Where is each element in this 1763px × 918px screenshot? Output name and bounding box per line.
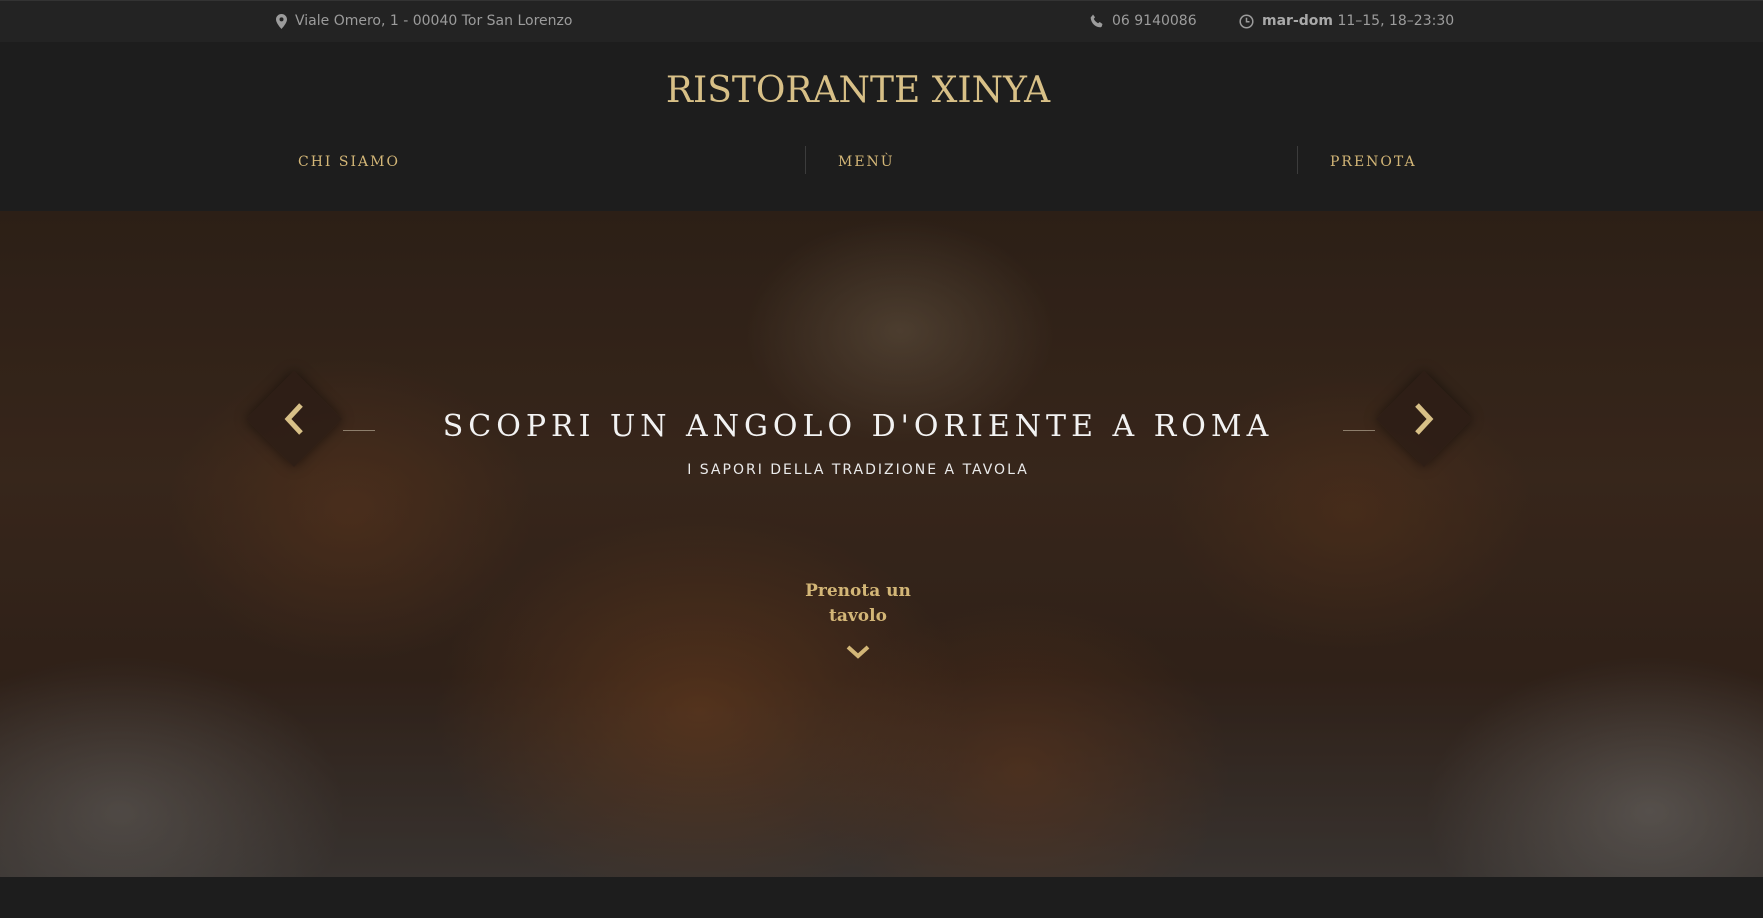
book-table-link[interactable]: Prenota un tavolo xyxy=(780,579,936,629)
slider-next-button[interactable] xyxy=(1375,370,1473,468)
phone-text[interactable]: 06 9140086 xyxy=(1112,13,1197,29)
top-info-bar: Viale Omero, 1 - 00040 Tor San Lorenzo 0… xyxy=(0,0,1763,42)
phone-icon xyxy=(1090,14,1104,28)
hero-slider: SCOPRI UN ANGOLO D'ORIENTE A ROMA I SAPO… xyxy=(0,211,1763,877)
clock-icon xyxy=(1239,13,1254,29)
cta-line-2: tavolo xyxy=(829,606,887,626)
nav-divider xyxy=(1297,146,1298,174)
address-info: Viale Omero, 1 - 00040 Tor San Lorenzo xyxy=(276,13,572,29)
hero-subtitle: I SAPORI DELLA TRADIZIONE A TAVOLA xyxy=(687,462,1029,478)
nav-divider xyxy=(805,146,806,174)
chevron-down-icon[interactable] xyxy=(846,644,870,664)
address-text: Viale Omero, 1 - 00040 Tor San Lorenzo xyxy=(295,13,573,29)
decorative-line xyxy=(1343,430,1375,431)
brand-logo[interactable]: RISTORANTE XINYA xyxy=(0,70,1716,111)
cta-line-1: Prenota un xyxy=(805,581,911,601)
nav-item-menu[interactable]: MENÙ xyxy=(838,154,895,170)
hours-info: mar-dom 11–15, 18–23:30 xyxy=(1239,13,1454,29)
phone-info[interactable]: 06 9140086 xyxy=(1090,13,1197,29)
chevron-right-icon xyxy=(1390,385,1458,453)
hours-days: mar-dom xyxy=(1262,13,1333,29)
hours-times: 11–15, 18–23:30 xyxy=(1337,13,1455,29)
main-nav: CHI SIAMO MENÙ PRENOTA xyxy=(0,144,1763,184)
nav-item-prenota[interactable]: PRENOTA xyxy=(1330,154,1417,170)
footer-strip xyxy=(0,877,1763,918)
site-header: RISTORANTE XINYA CHI SIAMO MENÙ PRENOTA xyxy=(0,42,1763,211)
map-pin-icon xyxy=(276,13,287,29)
nav-item-chi-siamo[interactable]: CHI SIAMO xyxy=(298,154,400,170)
